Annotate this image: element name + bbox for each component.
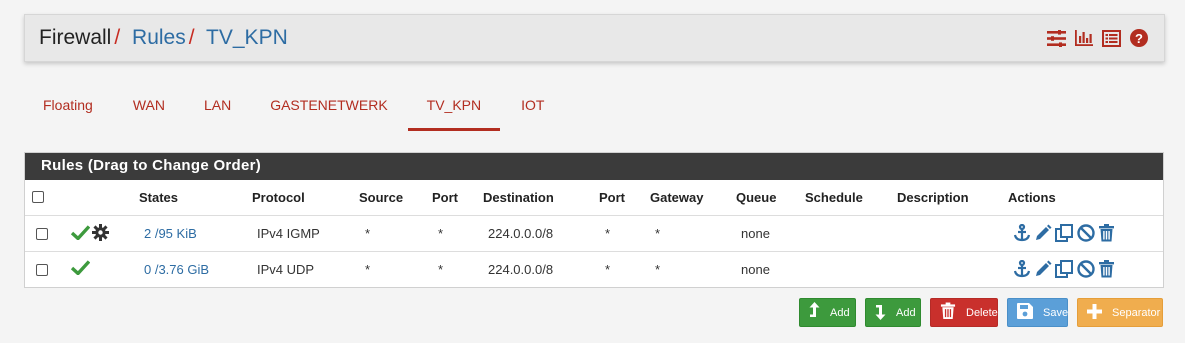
- add-top-button[interactable]: Add: [799, 298, 856, 327]
- states-link[interactable]: 0 /3.76 GiB: [144, 262, 209, 277]
- breadcrumb-firewall: Firewall: [39, 26, 112, 49]
- source-value: *: [365, 226, 371, 241]
- edit-icon[interactable]: [1034, 260, 1052, 281]
- list-icon[interactable]: [1102, 29, 1121, 47]
- copy-icon[interactable]: [1055, 224, 1074, 245]
- trash-icon: [940, 302, 956, 323]
- help-icon[interactable]: ?: [1130, 29, 1148, 47]
- arrow-down-icon: [875, 302, 886, 323]
- dest-port-value: *: [605, 262, 611, 277]
- save-label: Save: [1043, 306, 1069, 319]
- queue-value: none: [741, 262, 770, 277]
- destination-value: 224.0.0.0/8: [488, 226, 554, 241]
- delete-icon[interactable]: [1098, 224, 1115, 245]
- table-row[interactable]: 0 /3.76 GiB IPv4 UDP * * 224.0.0.0/8 * *…: [25, 251, 1163, 287]
- rules-panel: Rules (Drag to Change Order) States Prot…: [24, 152, 1164, 288]
- add-bottom-label: Add: [896, 306, 916, 319]
- tab-wan[interactable]: WAN: [108, 90, 184, 131]
- arrow-up-icon: [809, 302, 820, 323]
- rule-status: [70, 260, 91, 278]
- states-link[interactable]: 2 /95 KiB: [144, 226, 197, 241]
- col-dest-port: Port: [599, 190, 625, 205]
- col-schedule: Schedule: [805, 190, 863, 205]
- row-actions: [1013, 223, 1115, 245]
- queue-value: none: [741, 226, 770, 241]
- edit-icon[interactable]: [1034, 224, 1052, 245]
- col-queue: Queue: [736, 190, 777, 205]
- delete-label: Delete: [966, 306, 998, 319]
- breadcrumb-separator: /: [188, 26, 195, 49]
- anchor-icon[interactable]: [1013, 259, 1031, 281]
- anchor-icon[interactable]: [1013, 223, 1031, 245]
- disable-icon[interactable]: [1077, 224, 1095, 245]
- separator-button[interactable]: Separator: [1077, 298, 1163, 327]
- panel-title: Rules (Drag to Change Order): [25, 153, 1163, 180]
- col-protocol: Protocol: [252, 190, 305, 205]
- bar-chart-icon[interactable]: [1075, 30, 1093, 46]
- separator-label: Separator: [1112, 306, 1161, 319]
- breadcrumb-separator: /: [114, 26, 121, 49]
- delete-icon[interactable]: [1098, 260, 1115, 281]
- add-top-label: Add: [830, 306, 850, 319]
- breadcrumb-tv-kpn-link[interactable]: TV_KPN: [206, 26, 288, 49]
- delete-button[interactable]: Delete: [930, 298, 998, 327]
- save-button[interactable]: Save: [1007, 298, 1068, 327]
- dest-port-value: *: [605, 226, 611, 241]
- check-icon[interactable]: [70, 260, 91, 278]
- interface-tabs: Floating WAN LAN GASTENETWERK TV_KPN IOT: [28, 90, 559, 131]
- gateway-value: *: [655, 226, 661, 241]
- breadcrumb: Firewall / Rules / TV_KPN: [39, 26, 288, 50]
- tab-lan[interactable]: LAN: [184, 90, 250, 131]
- plus-icon: [1087, 303, 1102, 322]
- tab-tv-kpn[interactable]: TV_KPN: [407, 90, 501, 131]
- breadcrumb-rules-link[interactable]: Rules: [132, 26, 186, 49]
- disable-icon[interactable]: [1077, 260, 1095, 281]
- col-gateway: Gateway: [650, 190, 704, 205]
- svg-text:?: ?: [1135, 31, 1143, 46]
- col-states: States: [139, 190, 179, 205]
- save-icon: [1017, 303, 1033, 322]
- row-checkbox[interactable]: [36, 228, 48, 240]
- protocol-value: IPv4 IGMP: [257, 226, 320, 241]
- header-icons: ?: [1047, 29, 1148, 47]
- col-description: Description: [897, 190, 969, 205]
- col-destination: Destination: [483, 190, 554, 205]
- port-value: *: [438, 262, 444, 277]
- select-all-checkbox[interactable]: [32, 191, 44, 203]
- gear-icon: [92, 224, 109, 244]
- add-bottom-button[interactable]: Add: [865, 298, 921, 327]
- sliders-icon[interactable]: [1047, 29, 1066, 47]
- source-value: *: [365, 262, 371, 277]
- rule-status: [70, 224, 109, 244]
- tab-gastenetwerk[interactable]: GASTENETWERK: [250, 90, 407, 131]
- col-actions: Actions: [1008, 190, 1056, 205]
- col-port: Port: [432, 190, 458, 205]
- action-buttons: Add Add Delete Save Separator: [799, 298, 1163, 327]
- row-checkbox[interactable]: [36, 264, 48, 276]
- col-source: Source: [359, 190, 404, 205]
- row-actions: [1013, 259, 1115, 281]
- copy-icon[interactable]: [1055, 260, 1074, 281]
- check-icon[interactable]: [70, 225, 91, 243]
- page-header: Firewall / Rules / TV_KPN ?: [24, 14, 1165, 62]
- tab-iot[interactable]: IOT: [500, 90, 559, 131]
- protocol-value: IPv4 UDP: [257, 262, 315, 277]
- gateway-value: *: [655, 262, 661, 277]
- table-header: States Protocol Source Port Destination …: [25, 180, 1163, 215]
- tab-floating[interactable]: Floating: [28, 90, 108, 131]
- port-value: *: [438, 226, 444, 241]
- table-row[interactable]: 2 /95 KiB IPv4 IGMP * * 224.0.0.0/8 * * …: [25, 215, 1163, 251]
- destination-value: 224.0.0.0/8: [488, 262, 554, 277]
